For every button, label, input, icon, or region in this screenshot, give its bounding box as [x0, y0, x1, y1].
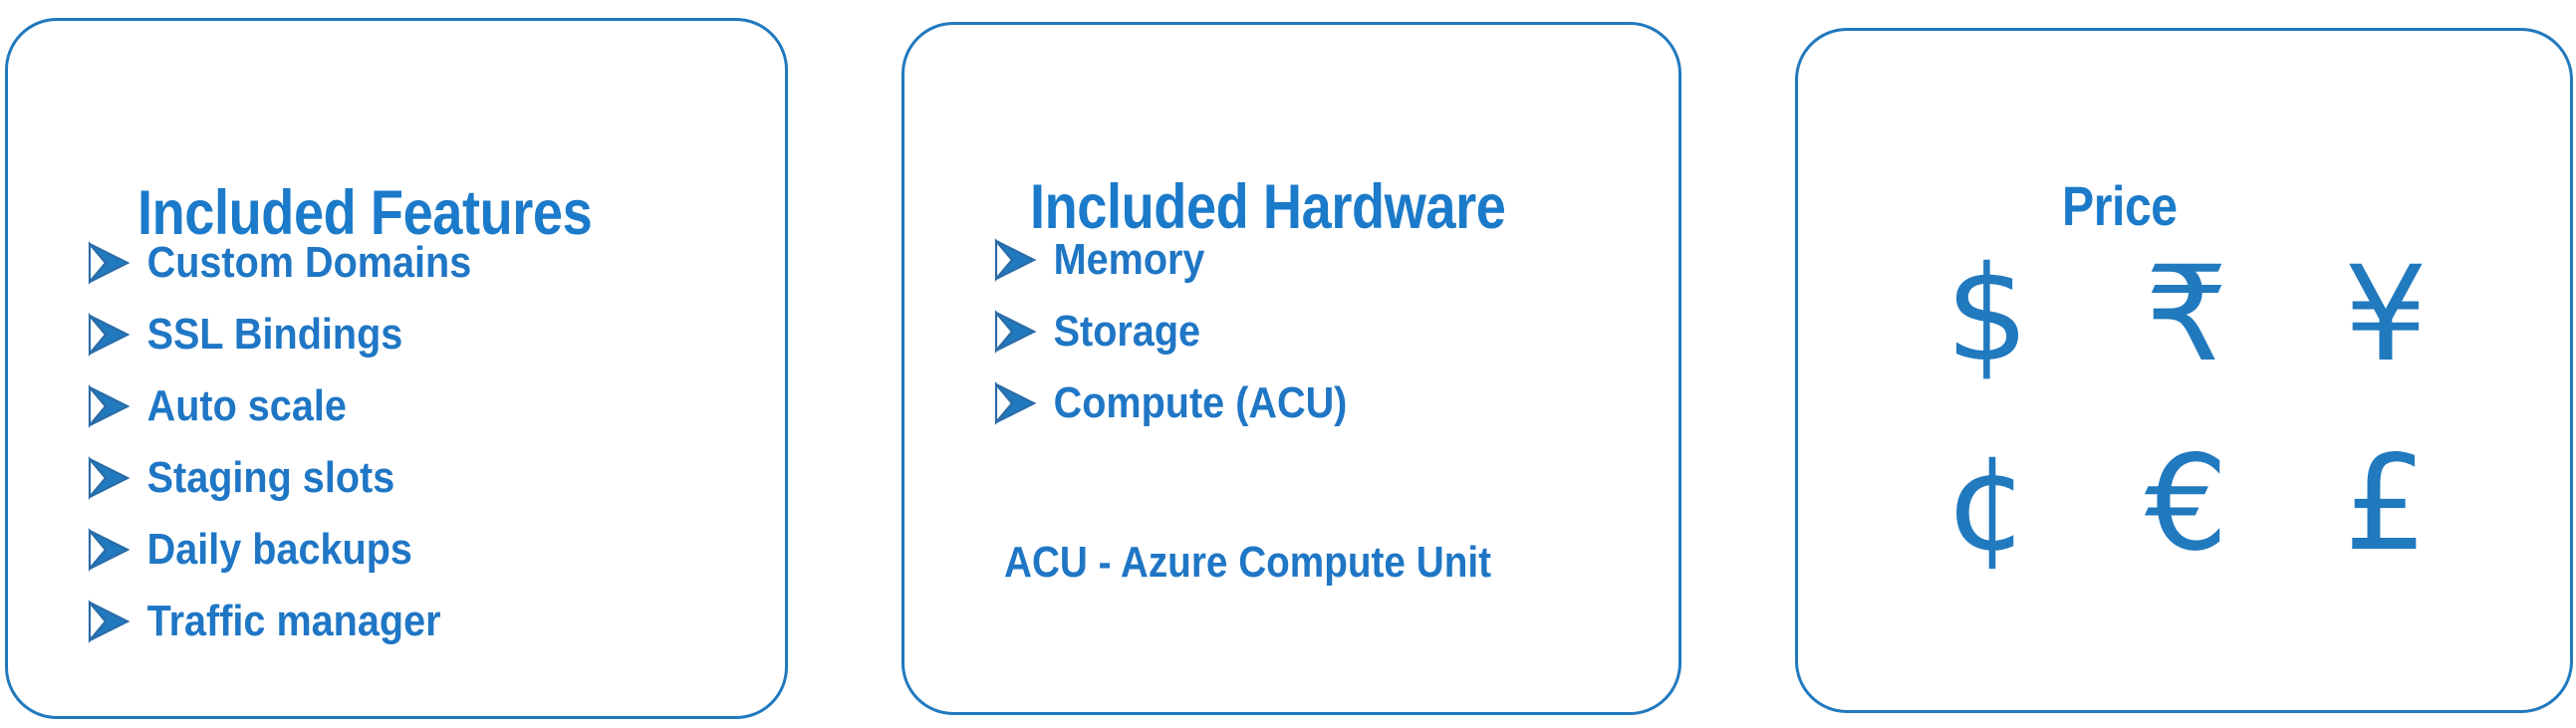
- arrowhead-bullet-icon: [86, 384, 143, 428]
- list-item: Traffic manager: [86, 586, 508, 657]
- dollar-sign-icon: $: [1945, 238, 2029, 391]
- included-features-panel: Included Features Custom Domains SSL Bin…: [5, 18, 788, 719]
- list-item: Storage: [992, 296, 1381, 367]
- list-item-label: SSL Bindings: [146, 310, 403, 359]
- arrowhead-bullet-icon: [86, 600, 143, 643]
- list-item: Memory: [992, 224, 1381, 296]
- arrowhead-bullet-icon: [992, 381, 1050, 425]
- list-item-label: Auto scale: [146, 381, 347, 430]
- pound-sign-icon: £: [2344, 427, 2428, 581]
- cent-sign-icon: ¢: [1945, 427, 2029, 581]
- list-item-label: Storage: [1053, 307, 1201, 356]
- yen-sign-icon: ¥: [2344, 238, 2428, 391]
- list-item-label: Daily backups: [146, 525, 412, 574]
- list-item: Auto scale: [86, 370, 508, 442]
- list-item-label: Memory: [1053, 235, 1205, 284]
- list-item: Daily backups: [86, 514, 508, 586]
- included-hardware-panel: Included Hardware Memory Storage Compute…: [902, 22, 1681, 715]
- list-item: SSL Bindings: [86, 299, 508, 370]
- acu-definition-note: ACU - Azure Compute Unit: [1004, 538, 1491, 587]
- arrowhead-bullet-icon: [992, 310, 1050, 354]
- slide-canvas: Included Features Custom Domains SSL Bin…: [0, 0, 2576, 728]
- price-panel: Price $ ₹ ¥ ¢ € £: [1795, 28, 2573, 713]
- list-item-label: Compute (ACU): [1053, 378, 1348, 427]
- included-features-list: Custom Domains SSL Bindings Auto scale S…: [86, 227, 508, 657]
- list-item-label: Staging slots: [146, 453, 395, 502]
- euro-sign-icon: €: [2145, 427, 2228, 581]
- list-item: Custom Domains: [86, 227, 508, 299]
- arrowhead-bullet-icon: [86, 456, 143, 500]
- arrowhead-bullet-icon: [992, 238, 1050, 282]
- list-item-label: Traffic manager: [146, 597, 441, 645]
- arrowhead-bullet-icon: [86, 241, 143, 285]
- arrowhead-bullet-icon: [86, 528, 143, 572]
- arrowhead-bullet-icon: [86, 313, 143, 357]
- included-hardware-list: Memory Storage Compute (ACU): [992, 224, 1381, 439]
- indian-rupee-sign-icon: ₹: [2145, 238, 2228, 391]
- list-item: Staging slots: [86, 442, 508, 514]
- list-item-label: Custom Domains: [146, 238, 472, 287]
- currency-symbol-grid: $ ₹ ¥ ¢ € £: [1888, 220, 2485, 599]
- list-item: Compute (ACU): [992, 367, 1381, 439]
